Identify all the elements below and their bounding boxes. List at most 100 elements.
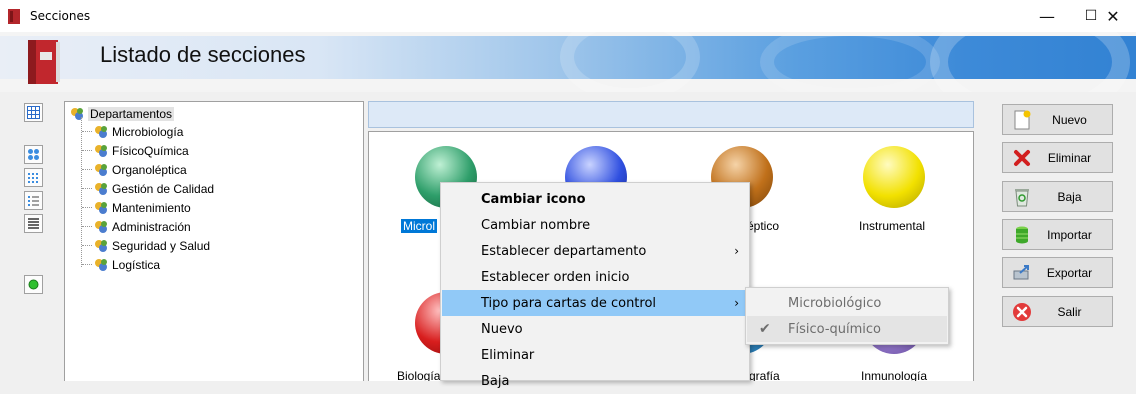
checkmark-icon: ✔ [759,321,771,337]
minimize-button[interactable]: — [1024,0,1070,32]
submenu-item-fisico-quimico[interactable]: ✔ Físico-químico [747,316,947,342]
tree-connector [82,245,92,246]
small-icons-view-button[interactable] [24,168,43,187]
menu-item-set-start-order[interactable]: Establecer orden inicio [442,264,749,290]
submenu-item-microbiologico[interactable]: Microbiológico [747,290,947,316]
department-icon [95,201,107,214]
tree-connector [82,188,92,189]
menu-item-label: Baja [481,373,510,389]
section-label-organoleptico[interactable]: éptico [747,219,779,233]
grid-icon [27,106,40,119]
department-icon [95,220,107,233]
binder-app-icon [8,9,20,24]
tree-node[interactable]: FísicoQuímica [94,142,189,159]
tree-node[interactable]: Mantenimiento [94,199,191,216]
delete-button[interactable]: Eliminar [1002,142,1113,173]
tree-node[interactable]: Organoléptica [94,161,187,178]
context-menu: Cambiar icono Cambiar nombre Establecer … [440,182,750,389]
menu-item-delete[interactable]: Eliminar [442,342,749,368]
large-icons-view-icon [28,149,39,160]
details-view-button[interactable] [24,214,43,233]
menu-item-label: Eliminar [481,347,535,363]
menu-item-label: Nuevo [481,321,523,337]
grid-view-button[interactable] [24,103,43,122]
title-bar: Secciones — ☐ ✕ [0,0,1136,32]
import-button[interactable]: Importar [1002,219,1113,250]
tree-connector [82,169,92,170]
window-title: Secciones [30,9,91,23]
tree-connector [82,264,92,265]
large-icons-view-button[interactable] [24,145,43,164]
tree-node-label: Logística [112,257,161,272]
section-label-cromatografia[interactable]: grafía [749,369,780,381]
banner-decoration [760,32,940,92]
menu-item-new[interactable]: Nuevo [442,316,749,342]
submenu-arrow-icon: › [734,244,739,258]
list-view-icon [28,196,39,206]
exit-button-label: Salir [1057,304,1082,319]
section-label-biologia[interactable]: Biología [397,369,440,381]
department-icon [95,163,107,176]
new-button-label: Nuevo [1052,112,1087,127]
department-icon [95,182,107,195]
department-icon [95,239,107,252]
tree-node[interactable]: Administración [94,218,191,235]
department-icon [95,144,107,157]
menu-item-label: Establecer departamento [481,243,647,259]
section-label-instrumental[interactable]: Instrumental [859,219,925,233]
red-x-icon [1011,147,1033,169]
small-icons-view-icon [28,173,38,183]
status-button[interactable] [24,275,43,294]
tree-node-label: Mantenimiento [112,200,191,215]
submenu-item-label: Físico-químico [788,321,881,337]
tree-connector [82,207,92,208]
details-view-icon [28,218,39,229]
section-label-microbiologia[interactable]: Microl [401,219,437,233]
header-banner: Listado de secciones [0,32,1136,92]
tree-node-label: Gestión de Calidad [112,181,215,196]
menu-item-set-department[interactable]: Establecer departamento › [442,238,749,264]
banner-decoration [560,32,700,92]
recycle-bin-icon [1011,186,1033,208]
tree-node[interactable]: Gestión de Calidad [94,180,214,197]
close-button[interactable]: ✕ [1090,0,1136,32]
export-button[interactable]: Exportar [1002,257,1113,288]
menu-item-label: Tipo para cartas de control [481,295,657,311]
path-bar [368,101,974,128]
menu-item-control-chart-type[interactable]: Tipo para cartas de control › [442,290,749,316]
control-chart-type-submenu: Microbiológico ✔ Físico-químico [745,287,949,345]
tree-node-label: Organoléptica [112,162,187,177]
deactivate-button[interactable]: Baja [1002,181,1113,212]
tree-node[interactable]: Seguridad y Salud [94,237,210,254]
list-view-button[interactable] [24,191,43,210]
tree-root[interactable]: Departamentos [70,105,175,122]
tree-node[interactable]: Logística [94,256,160,273]
deactivate-button-label: Baja [1057,189,1082,204]
department-icon [95,125,107,138]
submenu-arrow-icon: › [734,296,739,310]
menu-item-label: Establecer orden inicio [481,269,630,285]
green-status-icon [28,279,39,290]
section-label-inmunologia[interactable]: Inmunología [861,369,927,381]
tree-connector [82,226,92,227]
banner-decoration [930,32,1130,92]
export-button-label: Exportar [1046,265,1093,280]
exit-button[interactable]: Salir [1002,296,1113,327]
menu-item-change-icon[interactable]: Cambiar icono [442,186,749,212]
menu-item-rename[interactable]: Cambiar nombre [442,212,749,238]
menu-item-label: Cambiar icono [481,191,586,207]
tree-node-label: Administración [112,219,191,234]
section-bubble-instrumental[interactable] [863,146,925,208]
tree-node[interactable]: Microbiología [94,123,183,140]
import-database-icon [1011,224,1033,246]
import-button-label: Importar [1047,227,1092,242]
tree-node-label: Microbiología [112,124,184,139]
new-button[interactable]: Nuevo [1002,104,1113,135]
tree-root-label: Departamentos [88,106,175,121]
page-title: Listado de secciones [100,42,306,67]
submenu-item-label: Microbiológico [788,295,882,311]
export-icon [1011,262,1033,284]
menu-item-deactivate[interactable]: Baja [442,368,749,394]
new-document-icon [1011,109,1033,131]
tree-node-label: FísicoQuímica [112,143,189,158]
